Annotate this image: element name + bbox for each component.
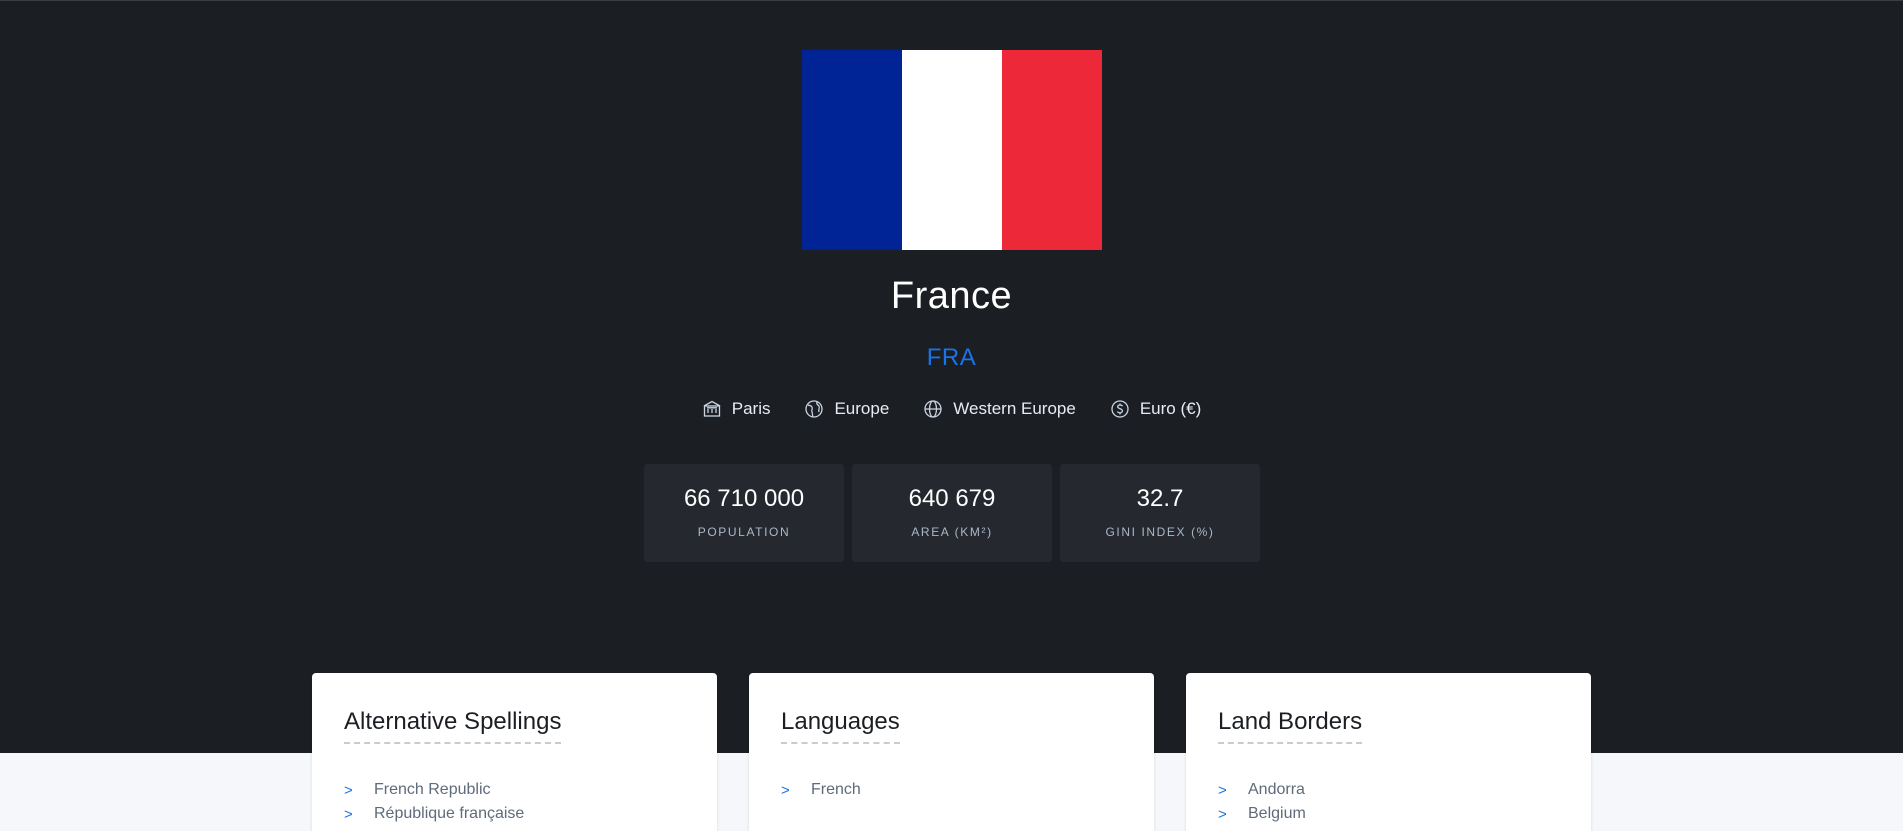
capital-item: Paris <box>702 399 771 419</box>
list-item-label: French <box>811 781 861 798</box>
stats-row: 66 710 000 POPULATION 640 679 AREA (KM²)… <box>644 464 1260 562</box>
border-country-link[interactable]: Belgium <box>1248 805 1306 823</box>
stat-label: AREA (KM²) <box>911 525 993 539</box>
stat-value: 32.7 <box>1136 485 1184 512</box>
stat-population: 66 710 000 POPULATION <box>644 464 844 562</box>
currency-label: Euro (€) <box>1139 399 1202 418</box>
chevron-right-icon: > <box>344 781 353 799</box>
stat-label: GINI INDEX (%) <box>1105 525 1215 539</box>
list-item[interactable]: > Belgium <box>1218 802 1559 826</box>
card-title: Alternative Spellings <box>344 708 562 744</box>
card-title: Land Borders <box>1218 708 1363 744</box>
chevron-right-icon: > <box>781 781 790 799</box>
globe-icon <box>924 400 942 418</box>
region-label: Europe <box>834 399 890 418</box>
borders-list: > Andorra > Belgium <box>1218 778 1559 826</box>
subregion-label: Western Europe <box>953 399 1076 418</box>
stat-label: POPULATION <box>697 525 791 539</box>
country-flag <box>802 50 1102 250</box>
country-name: France <box>890 275 1013 317</box>
languages-list: > French <box>781 778 1122 802</box>
list-item: > République française <box>344 802 685 826</box>
globe-americas-icon <box>805 400 824 418</box>
list-item-label: French Republic <box>374 781 491 798</box>
spellings-list: > French Republic > République française <box>344 778 685 826</box>
country-code: FRA <box>926 344 977 371</box>
region-item: Europe <box>804 399 889 419</box>
stat-value: 640 679 <box>908 485 996 512</box>
list-item-label: République française <box>374 805 525 822</box>
border-country-link[interactable]: Andorra <box>1248 781 1305 799</box>
subregion-item: Western Europe <box>923 399 1076 419</box>
chevron-right-icon: > <box>344 805 353 823</box>
list-item: > French <box>781 778 1122 802</box>
chevron-right-icon: > <box>1218 781 1227 799</box>
flag-band-white <box>902 50 1002 250</box>
card-languages: Languages > French <box>749 673 1154 831</box>
stat-gini: 32.7 GINI INDEX (%) <box>1060 464 1260 562</box>
list-item[interactable]: > Andorra <box>1218 778 1559 802</box>
card-alternative-spellings: Alternative Spellings > French Republic … <box>312 673 717 831</box>
flag-band-red <box>1002 50 1102 250</box>
currency-item: Euro (€) <box>1110 399 1201 419</box>
stat-value: 66 710 000 <box>683 485 805 512</box>
stat-area: 640 679 AREA (KM²) <box>852 464 1052 562</box>
capital-label: Paris <box>731 399 771 418</box>
bank-icon <box>703 400 721 417</box>
list-item: > French Republic <box>344 778 685 802</box>
flag-band-blue <box>802 50 902 250</box>
card-land-borders: Land Borders > Andorra > Belgium <box>1186 673 1591 831</box>
country-hero: France FRA Paris Europe Western Europe E… <box>0 0 1903 753</box>
currency-icon <box>1111 400 1129 418</box>
chevron-right-icon: > <box>1218 805 1227 823</box>
card-title: Languages <box>781 708 900 744</box>
country-meta: Paris Europe Western Europe Euro (€) <box>0 399 1903 419</box>
